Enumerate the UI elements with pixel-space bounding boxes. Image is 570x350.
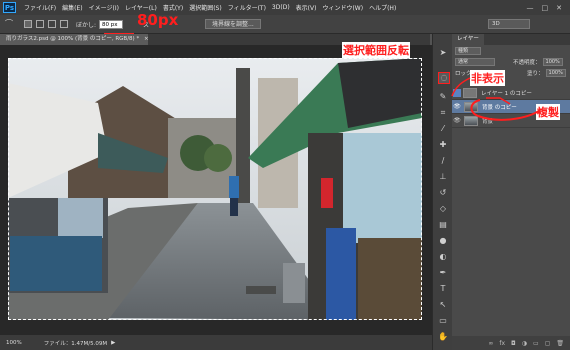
menu-3d[interactable]: 3D(D): [269, 4, 293, 11]
eye-icon[interactable]: 👁: [452, 103, 462, 110]
window-controls: — □ ✕: [527, 4, 570, 12]
eyedropper-tool-icon[interactable]: ⁄: [438, 124, 448, 134]
new-selection-icon[interactable]: [24, 20, 32, 28]
brush-tool-icon[interactable]: ∕: [438, 156, 448, 166]
quick-select-tool-icon[interactable]: ✎: [438, 92, 448, 102]
intersect-selection-icon[interactable]: [60, 20, 68, 28]
menu-file[interactable]: ファイル(F): [21, 3, 59, 12]
trash-icon[interactable]: 🗑: [556, 340, 564, 347]
tools-panel: ➤ ◌ ✎ ⌗ ⁄ ✚ ∕ ⊥ ↺ ◇ ▤ ● ◐ ✒ T ↖ ▭ ✋: [432, 34, 453, 350]
layer-visibility-hidden[interactable]: [453, 88, 461, 97]
menu-help[interactable]: ヘルプ(H): [366, 3, 399, 12]
maximize-button[interactable]: □: [542, 4, 549, 12]
menu-image[interactable]: イメージ(I): [86, 3, 122, 12]
menu-edit[interactable]: 編集(E): [59, 3, 85, 12]
menu-bar: Ps ファイル(F) 編集(E) イメージ(I) レイヤー(L) 書式(Y) 選…: [0, 0, 570, 15]
stamp-tool-icon[interactable]: ⊥: [438, 172, 448, 182]
opacity-label: 不透明度：: [513, 59, 541, 66]
status-bar: 100% ファイル：1.47M/5.09M ▶: [0, 335, 432, 350]
path-select-tool-icon[interactable]: ↖: [438, 300, 448, 310]
feather-input[interactable]: 80 px: [99, 19, 124, 29]
dodge-tool-icon[interactable]: ◐: [438, 252, 448, 262]
menu-view[interactable]: 表示(V): [293, 3, 320, 12]
shape-tool-icon[interactable]: ▭: [438, 316, 448, 326]
move-tool-icon[interactable]: ➤: [438, 48, 448, 58]
blur-tool-icon[interactable]: ●: [438, 236, 448, 246]
feather-label: ぼかし:: [76, 21, 97, 29]
close-button[interactable]: ✕: [556, 4, 562, 12]
zoom-level[interactable]: 100%: [6, 340, 22, 346]
history-brush-icon[interactable]: ↺: [438, 188, 448, 198]
lasso-tool-preset-icon[interactable]: ⌒: [4, 19, 14, 29]
menu-select[interactable]: 選択範囲(S): [186, 3, 225, 12]
panel-tabs: レイヤー: [452, 34, 570, 45]
hand-tool-icon[interactable]: ✋: [438, 332, 448, 342]
blend-mode-select[interactable]: 通常: [455, 57, 495, 66]
new-layer-icon[interactable]: ▢: [545, 340, 551, 347]
layer-row[interactable]: レイヤー 1 のコピー: [452, 86, 570, 100]
annotation-duplicate: 複製: [536, 104, 560, 120]
fx-icon[interactable]: fx: [499, 340, 505, 347]
annotation-hide: 非表示: [470, 70, 505, 86]
kind-filter[interactable]: 種類: [455, 46, 481, 55]
layer-name[interactable]: 背景: [482, 117, 493, 125]
menu-window[interactable]: ウィンドウ(W): [319, 3, 366, 12]
refine-edge-button[interactable]: 境界線を調整...: [205, 19, 261, 29]
layer-thumbnail: [463, 87, 477, 98]
tab-layers[interactable]: レイヤー: [452, 34, 484, 45]
layer-name[interactable]: 背景 のコピー: [482, 103, 517, 111]
fill-label: 塗り：: [527, 70, 544, 77]
eraser-tool-icon[interactable]: ◇: [438, 204, 448, 214]
minimize-button[interactable]: —: [527, 4, 534, 12]
blend-row: 通常 不透明度： 100%: [452, 56, 570, 67]
file-info: ファイル：1.47M/5.09M: [43, 340, 108, 347]
gradient-tool-icon[interactable]: ▤: [438, 220, 448, 230]
photoshop-logo-icon: Ps: [3, 2, 16, 13]
annotation-feather: 80px: [137, 11, 179, 29]
folder-icon[interactable]: ▭: [533, 340, 539, 347]
eye-icon[interactable]: 👁: [452, 117, 462, 124]
layer-thumbnail: [464, 101, 478, 112]
status-arrow-icon[interactable]: ▶: [111, 340, 115, 346]
subtract-selection-icon[interactable]: [48, 20, 56, 28]
options-bar: ⌒ ぼかし: 80 px ス 境界線を調整... 3D: [0, 15, 570, 34]
mask-icon[interactable]: ◘: [511, 340, 516, 347]
workspace-select[interactable]: 3D: [488, 19, 530, 29]
opacity-input[interactable]: 100%: [542, 57, 563, 66]
crop-tool-icon[interactable]: ⌗: [438, 108, 448, 118]
healing-tool-icon[interactable]: ✚: [438, 140, 448, 150]
filter-row: 種類: [452, 45, 570, 56]
pen-tool-icon[interactable]: ✒: [438, 268, 448, 278]
lasso-tool-icon[interactable]: ◌: [438, 72, 450, 84]
menu-filter[interactable]: フィルター(T): [225, 3, 269, 12]
type-tool-icon[interactable]: T: [438, 284, 448, 294]
fill-input[interactable]: 100%: [545, 68, 566, 77]
selection-marquee: [8, 58, 422, 320]
layer-name[interactable]: レイヤー 1 のコピー: [481, 89, 532, 97]
add-selection-icon[interactable]: [36, 20, 44, 28]
link-layers-icon[interactable]: ∞: [488, 340, 493, 347]
annotation-inverse-selection: 選択範囲反転: [342, 42, 410, 58]
layer-thumbnail: [464, 115, 478, 126]
adjustment-icon[interactable]: ◑: [522, 340, 527, 347]
document-tab[interactable]: 雨りガラス2.psd @ 100% (背景 のコピー, RGB/8) * ×: [0, 34, 149, 45]
layers-panel-footer: ∞ fx ◘ ◑ ▭ ▢ 🗑: [452, 336, 570, 350]
document-title: 雨りガラス2.psd @ 100% (背景 のコピー, RGB/8) *: [6, 36, 140, 42]
